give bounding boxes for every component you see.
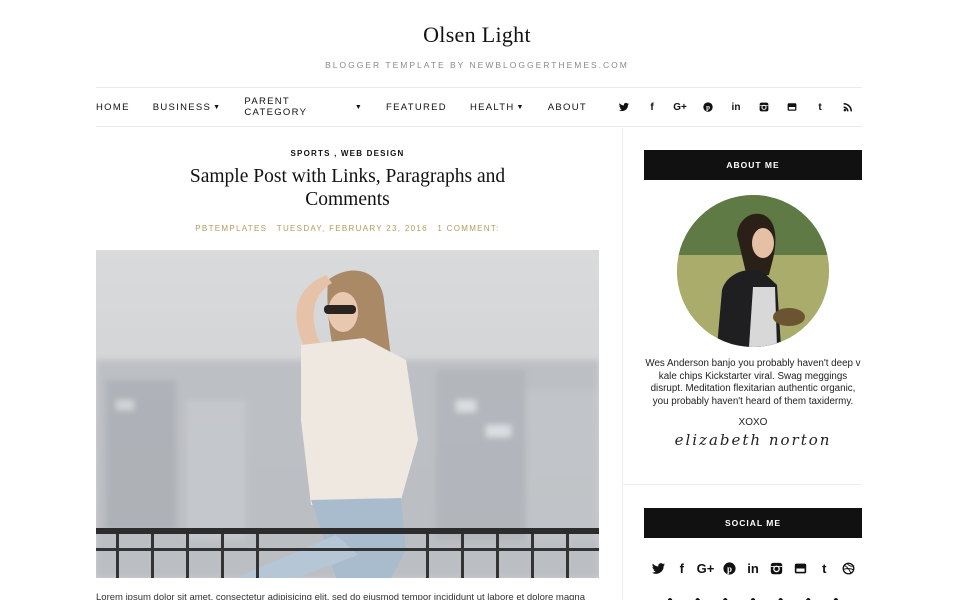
linkedin-icon[interactable]: in <box>722 99 750 115</box>
avatar <box>677 195 829 347</box>
social-icon[interactable]: ● <box>690 594 706 600</box>
google-plus-icon[interactable]: G+ <box>666 99 694 115</box>
chevron-down-icon: ▼ <box>354 103 364 111</box>
nav-item-business[interactable]: BUSINESS ▼ <box>153 102 222 113</box>
signature: elizabeth norton <box>674 431 832 449</box>
chevron-down-icon: ▼ <box>516 103 525 111</box>
social-icon[interactable]: ● <box>745 594 761 600</box>
column-divider <box>622 128 623 600</box>
profile-photo <box>677 195 829 347</box>
about-widget-title: ABOUT ME <box>644 150 862 180</box>
chevron-down-icon: ▼ <box>213 103 222 111</box>
nav-menu: HOME BUSINESS ▼ PARENT CATEGORY ▼ FEATURED… <box>96 96 610 118</box>
nav-item-label: FEATURED <box>386 101 447 113</box>
google-plus-icon[interactable]: G+ <box>696 560 716 576</box>
twitter-icon[interactable] <box>648 560 668 576</box>
header-social-icons: f G+ p in t <box>610 99 862 115</box>
facebook-icon[interactable]: f <box>672 560 692 576</box>
instagram-icon[interactable] <box>767 560 787 576</box>
pinterest-icon[interactable]: p <box>719 560 739 576</box>
category-link-web-design[interactable]: , WEB DESIGN <box>334 149 404 158</box>
post-comments-link[interactable]: 1 COMMENT: <box>437 224 499 233</box>
post-excerpt: Lorem ipsum dolor sit amet, consectetur … <box>96 592 585 600</box>
nav-item-home[interactable]: HOME <box>96 102 130 113</box>
post-meta: PBTEMPLATES TUESDAY, FEBRUARY 23, 2016 1… <box>96 224 599 233</box>
main-navigation: HOME BUSINESS ▼ PARENT CATEGORY ▼ FEATURED… <box>96 87 862 127</box>
rss-icon[interactable] <box>834 99 862 115</box>
sidebar: ABOUT ME Wes Anderson banjo you probably… <box>622 128 862 600</box>
category-link-sports[interactable]: SPORTS <box>291 149 331 158</box>
social-icon[interactable]: ● <box>800 594 816 600</box>
nav-item-featured[interactable]: FEATURED <box>386 102 447 113</box>
twitter-icon[interactable] <box>610 99 638 115</box>
sidebar-social-icons: f G+ p in t <box>644 560 862 576</box>
post-categories: SPORTS , WEB DESIGN <box>96 149 599 158</box>
widget-divider <box>622 484 862 485</box>
nav-item-health[interactable]: HEALTH ▼ <box>470 102 525 113</box>
nav-item-about[interactable]: ABOUT <box>548 102 587 113</box>
tumblr-icon[interactable]: t <box>814 560 834 576</box>
sign-off: XOXO <box>738 417 768 428</box>
social-icon[interactable]: ● <box>828 594 844 600</box>
post-author[interactable]: PBTEMPLATES <box>195 224 267 233</box>
social-widget-title: SOCIAL ME <box>644 508 862 538</box>
site-tagline: BLOGGER TEMPLATE BY NEWBLOGGERTHEMES.COM <box>325 60 629 70</box>
nav-item-label: HEALTH <box>469 101 515 113</box>
post-date: TUESDAY, FEBRUARY 23, 2016 <box>276 224 428 233</box>
tumblr-icon[interactable]: t <box>806 99 834 115</box>
site-header: Olsen Light BLOGGER TEMPLATE BY NEWBLOGG… <box>0 0 954 88</box>
dribbble-icon[interactable] <box>838 560 858 576</box>
sidebar-social-icons-row-2: ● ● ● ● ● ● ● <box>644 594 862 600</box>
nav-item-label: HOME <box>96 101 130 113</box>
blog-post: SPORTS , WEB DESIGN Sample Post with Lin… <box>96 128 599 600</box>
facebook-icon[interactable]: f <box>638 99 666 115</box>
about-text: Wes Anderson banjo you probably haven't … <box>645 358 861 407</box>
social-icon[interactable]: ● <box>662 594 678 600</box>
svg-text:p: p <box>706 105 710 112</box>
post-title[interactable]: Sample Post with Links, Paragraphs and C… <box>96 165 599 211</box>
social-icon[interactable]: ● <box>717 594 733 600</box>
nav-item-label: ABOUT <box>547 101 587 113</box>
site-title[interactable]: Olsen Light <box>0 22 954 48</box>
youtube-icon[interactable] <box>778 99 806 115</box>
instagram-icon[interactable] <box>750 99 778 115</box>
nav-item-label: BUSINESS <box>152 101 212 113</box>
svg-text:p: p <box>727 563 732 573</box>
pinterest-icon[interactable]: p <box>694 99 722 115</box>
nav-item-parent-category[interactable]: PARENT CATEGORY ▼ <box>244 96 363 118</box>
linkedin-icon[interactable]: in <box>743 560 763 576</box>
social-icon[interactable]: ● <box>773 594 789 600</box>
woman-on-balcony-photo <box>96 250 599 578</box>
nav-item-label: PARENT CATEGORY <box>244 96 308 118</box>
youtube-icon[interactable] <box>791 560 811 576</box>
post-featured-image[interactable] <box>96 250 599 578</box>
